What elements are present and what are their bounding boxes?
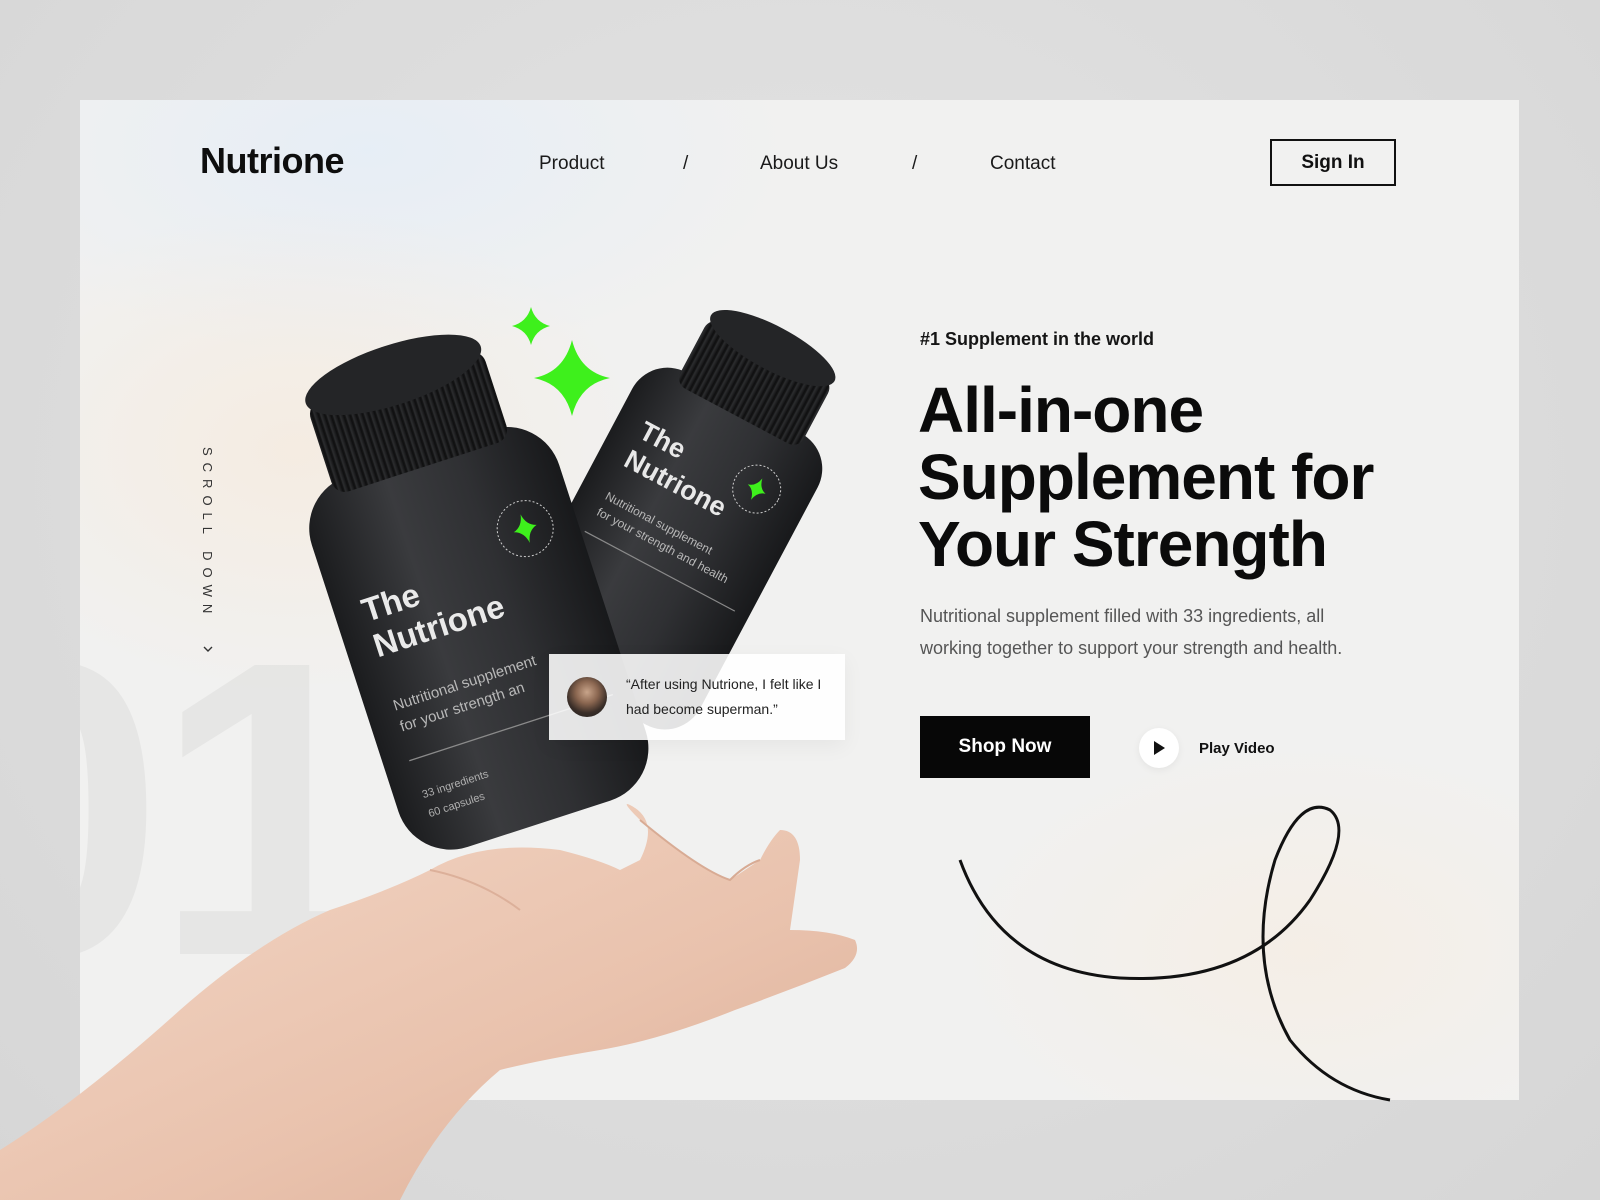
play-icon — [1154, 741, 1165, 755]
chevron-down-icon — [203, 646, 213, 652]
scroll-down-label: SCROLL DOWN — [200, 447, 215, 621]
brand-logo[interactable]: Nutrione — [200, 140, 345, 182]
scroll-down-indicator[interactable]: SCROLL DOWN — [200, 447, 220, 677]
shop-now-button[interactable]: Shop Now — [920, 716, 1090, 778]
nav-separator: / — [912, 153, 918, 174]
headline-line: All-in-one — [918, 374, 1204, 446]
hero-card: 01 Nutrione Product / About Us / Contact… — [80, 100, 1519, 1100]
background-number: 01 — [80, 600, 387, 1020]
testimonial-card: “After using Nutrione, I felt like I had… — [549, 654, 845, 740]
hero-eyebrow: #1 Supplement in the world — [920, 329, 1155, 349]
nav-item-contact[interactable]: Contact — [990, 153, 1055, 175]
testimonial-quote: “After using Nutrione, I felt like I had… — [626, 676, 822, 717]
avatar — [567, 677, 607, 717]
play-video-label: Play Video — [1199, 739, 1275, 757]
nav-separator: / — [683, 153, 689, 174]
nav-item-about-us[interactable]: About Us — [760, 153, 838, 175]
sign-in-button[interactable]: Sign In — [1270, 139, 1396, 186]
play-video-button[interactable]: Play Video — [1139, 728, 1275, 768]
headline-line: Supplement for — [918, 441, 1374, 513]
nav-item-product[interactable]: Product — [539, 153, 604, 175]
headline-line: Your Strength — [918, 508, 1328, 580]
play-circle[interactable] — [1139, 728, 1179, 768]
hero-headline: All-in-one Supplement for Your Strength — [918, 377, 1478, 578]
hero-description: Nutritional supplement filled with 33 in… — [920, 606, 1343, 658]
page-backdrop: 01 Nutrione Product / About Us / Contact… — [0, 0, 1600, 1200]
